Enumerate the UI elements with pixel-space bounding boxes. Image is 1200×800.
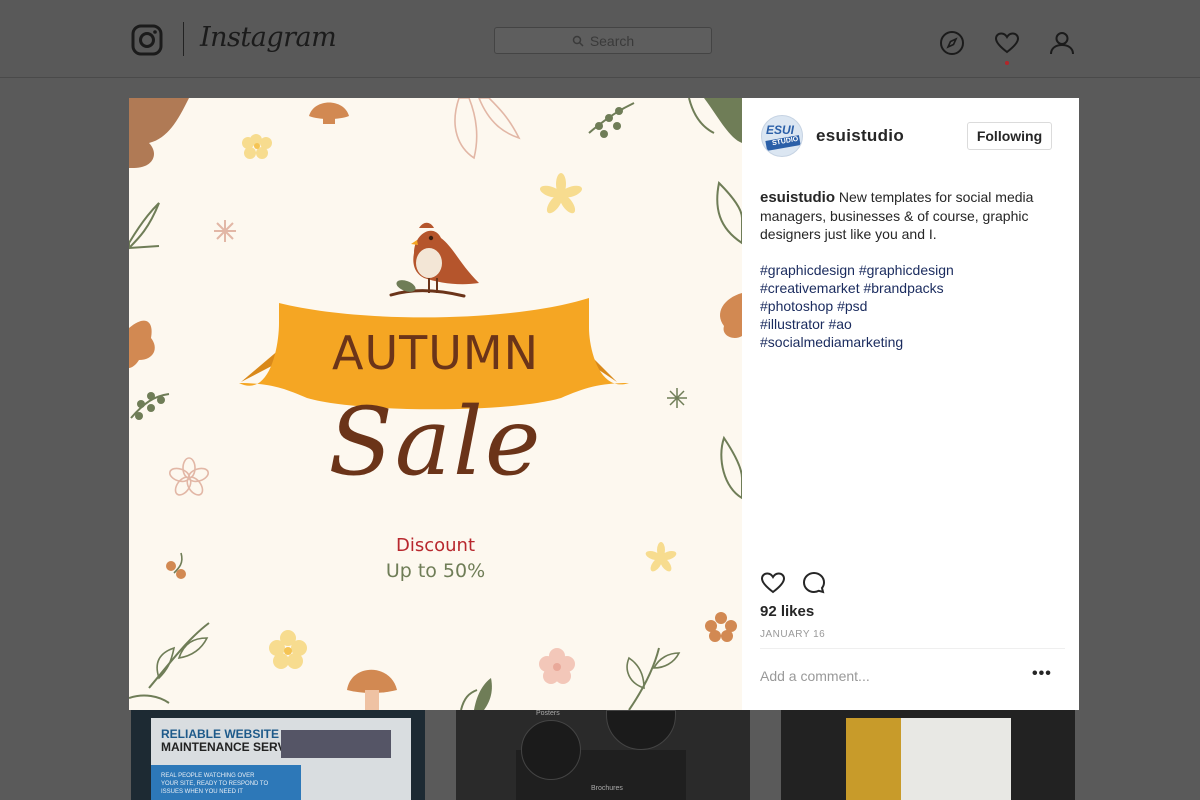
- hashtag-line[interactable]: #graphicdesign #graphicdesign: [760, 261, 1065, 279]
- like-heart-icon[interactable]: [760, 570, 786, 596]
- notification-dot: [1005, 61, 1009, 65]
- add-comment-input[interactable]: [760, 666, 1020, 686]
- comment-divider: [760, 648, 1065, 649]
- following-button[interactable]: Following: [967, 122, 1052, 150]
- thumbnail-text: REAL PEOPLE WATCHING OVER YOUR SITE, REA…: [161, 773, 269, 795]
- thumbnail-circle: [606, 710, 676, 750]
- search-placeholder: Search: [589, 32, 635, 49]
- hashtag-line[interactable]: #photoshop #psd: [760, 297, 1065, 315]
- thumbnail-label: Brochures: [591, 785, 623, 792]
- more-options-button[interactable]: •••: [1032, 666, 1052, 682]
- post-modal: AUTUMN Sale Discount Up to 50% ESUI STUD…: [129, 98, 1079, 710]
- autumn-ribbon-text: AUTUMN: [331, 326, 539, 380]
- post-caption: esuistudio New templates for social medi…: [760, 188, 1065, 243]
- search-icon: [572, 35, 584, 47]
- hashtag-line[interactable]: #socialmediamarketing: [760, 333, 1065, 351]
- instagram-logo-icon[interactable]: [131, 24, 163, 56]
- feed-thumbnail[interactable]: RELIABLE WEBSITE MAINTENANCE SERVICES RE…: [131, 710, 425, 800]
- likes-count[interactable]: 92 likes: [760, 603, 814, 620]
- instagram-wordmark[interactable]: Instagram: [200, 22, 337, 53]
- feed-thumbnail[interactable]: Posters Brochures: [456, 710, 750, 800]
- discount-label: Discount: [395, 535, 476, 556]
- thumbnail-laptop: [281, 730, 391, 758]
- thumbnail-paper: [901, 718, 1011, 800]
- compass-icon[interactable]: [939, 30, 965, 56]
- post-image[interactable]: AUTUMN Sale Discount Up to 50%: [129, 98, 742, 710]
- caption-username[interactable]: esuistudio: [760, 189, 835, 206]
- search-input[interactable]: Search: [494, 27, 712, 54]
- post-header: ESUI STUDIO esuistudio Following: [742, 98, 1079, 174]
- post-author-username[interactable]: esuistudio: [816, 126, 904, 146]
- heart-icon[interactable]: [994, 30, 1020, 56]
- feed-thumbnail[interactable]: [781, 710, 1075, 800]
- thumbnail-image: [846, 718, 906, 800]
- thumbnail-label: Posters: [536, 710, 560, 717]
- thumbnail-circle: [521, 720, 581, 780]
- avatar-logo-text: ESUI: [766, 123, 795, 137]
- post-date: JANUARY 16: [760, 629, 826, 640]
- discount-amount: Up to 50%: [385, 560, 486, 582]
- hashtag-line[interactable]: #creativemarket #brandpacks: [760, 279, 1065, 297]
- top-navigation-bar: Instagram Search: [0, 0, 1200, 78]
- user-icon[interactable]: [1049, 30, 1075, 56]
- logo-divider: [183, 22, 184, 56]
- comment-icon[interactable]: [801, 570, 827, 596]
- avatar[interactable]: ESUI STUDIO: [761, 115, 803, 157]
- hashtag-list: #graphicdesign #graphicdesign #creativem…: [760, 261, 1065, 351]
- post-details-panel: ESUI STUDIO esuistudio Following esuistu…: [742, 98, 1079, 710]
- hashtag-line[interactable]: #illustrator #ao: [760, 315, 1065, 333]
- sale-script-text: Sale: [328, 388, 543, 497]
